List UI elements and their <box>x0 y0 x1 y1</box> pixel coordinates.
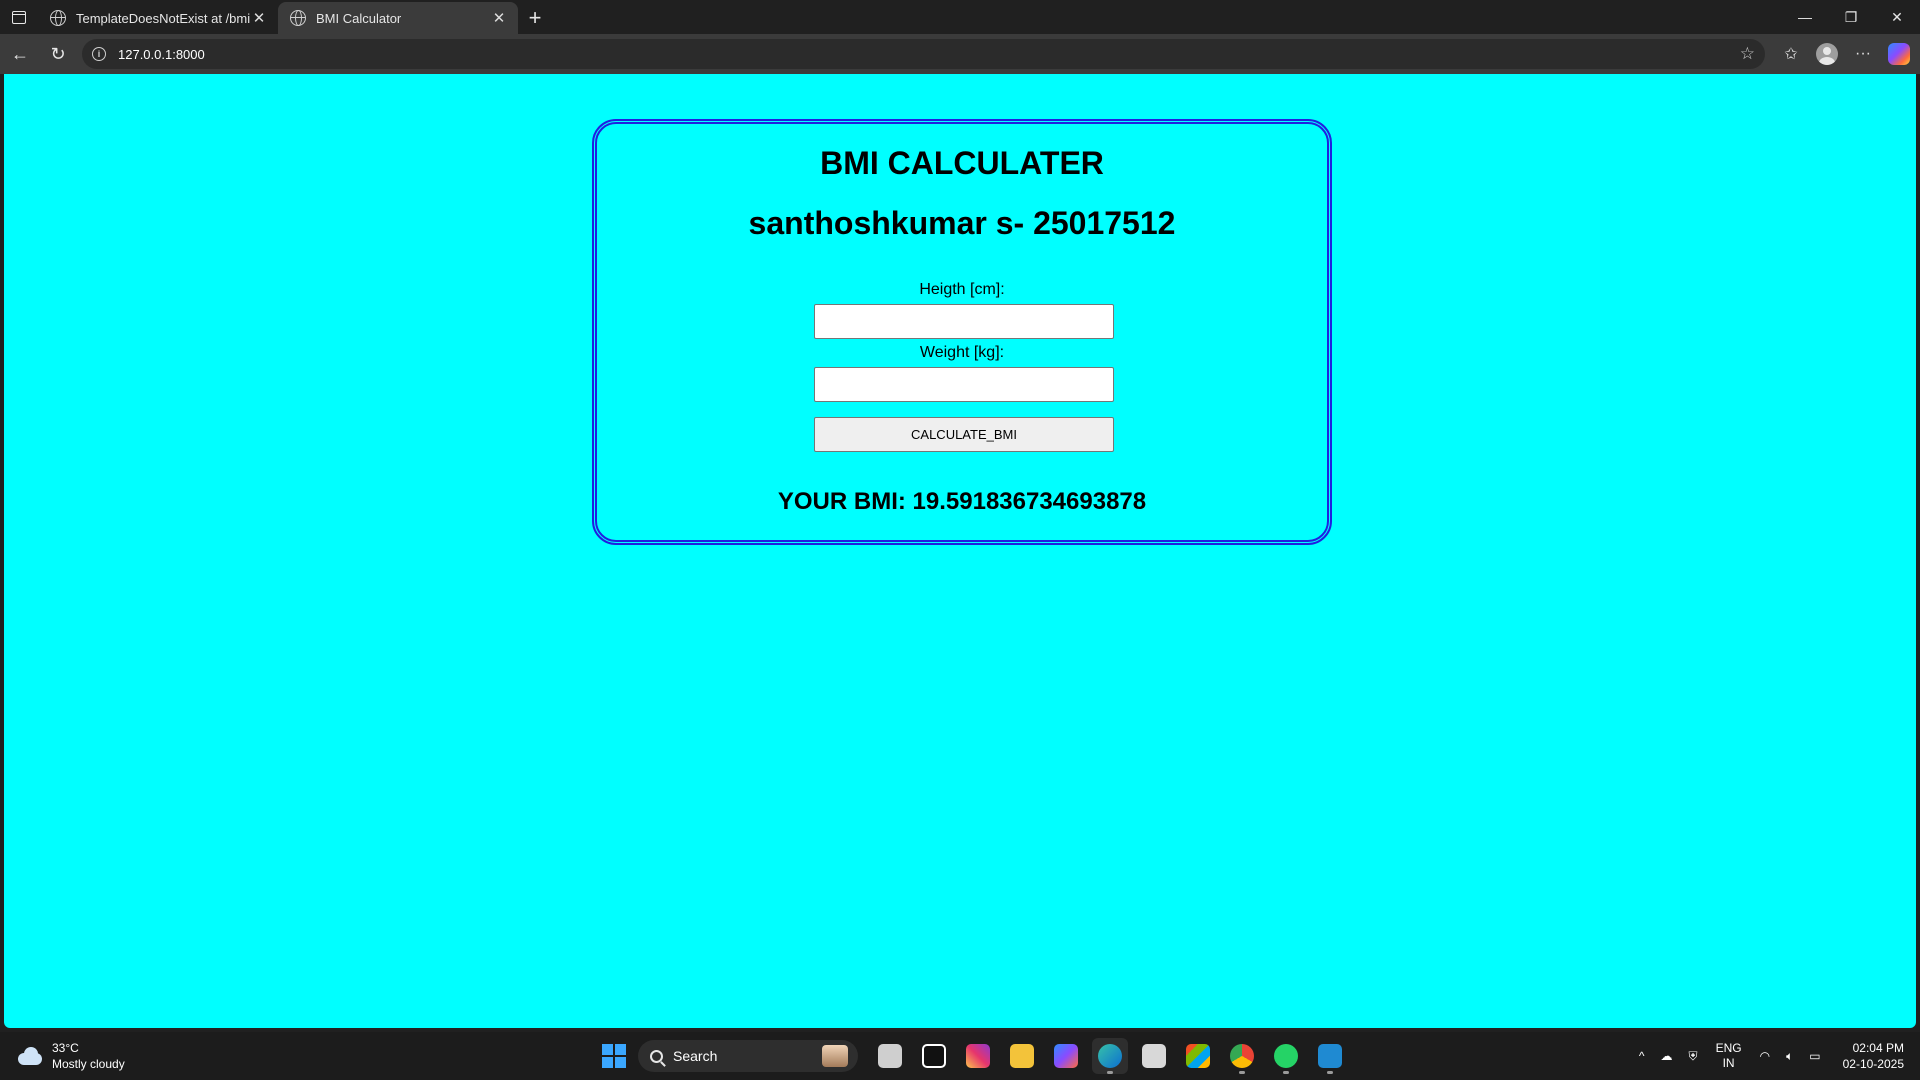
volume-icon[interactable]: 🔈︎ <box>1786 1049 1793 1064</box>
task-view-icon[interactable] <box>872 1038 908 1074</box>
bmi-form-card: BMI CALCULATER santhoshkumar s- 25017512… <box>592 119 1332 545</box>
tab-actions-button[interactable] <box>0 0 38 34</box>
page-subtitle: santhoshkumar s- 25017512 <box>748 205 1176 241</box>
weight-input[interactable] <box>814 367 1114 402</box>
onedrive-icon[interactable]: ☁ <box>1661 1049 1673 1063</box>
tab-title: BMI Calculator <box>316 10 402 26</box>
globe-icon <box>290 10 306 26</box>
security-shield-icon[interactable]: ⛨ <box>1689 1049 1698 1064</box>
favorites-icon[interactable]: ✩ <box>1773 38 1809 70</box>
cloud-icon <box>16 1047 44 1065</box>
copilot-icon <box>1888 43 1910 65</box>
tab-template-error[interactable]: TemplateDoesNotExist at /bmi/ ✕ <box>38 2 278 34</box>
weather-temp: 33°C <box>52 1041 79 1055</box>
lang-region: IN <box>1722 1056 1735 1070</box>
weather-desc: Mostly cloudy <box>52 1057 125 1071</box>
chevron-up-icon[interactable]: ^ <box>1639 1049 1645 1063</box>
favorite-star-icon[interactable]: ☆ <box>1740 44 1755 64</box>
lang-code: ENG <box>1715 1041 1742 1055</box>
language-indicator[interactable]: ENG IN <box>1716 1041 1742 1071</box>
address-bar[interactable]: i 127.0.0.1:8000 ☆ <box>82 39 1765 69</box>
back-icon[interactable]: ← <box>2 38 38 70</box>
url-text[interactable]: 127.0.0.1:8000 <box>118 47 1740 62</box>
weight-label: Weight [kg]: <box>919 344 1005 361</box>
search-label: Search <box>673 1048 718 1064</box>
page-title: BMI CALCULATER <box>820 145 1104 181</box>
avatar <box>1816 43 1838 65</box>
tab-bmi-calculator[interactable]: BMI Calculator ✕ <box>278 2 518 34</box>
minimize-icon[interactable]: — <box>1782 0 1828 34</box>
copilot-app-icon[interactable] <box>1048 1038 1084 1074</box>
tab-actions-icon <box>12 10 26 24</box>
chrome-icon[interactable] <box>1224 1038 1260 1074</box>
height-label: Heigth [cm]: <box>919 281 1005 298</box>
taskbar: 33°C Mostly cloudy Search ^ ☁ ⛨ ENG IN ◠… <box>0 1032 1920 1080</box>
calculate-bmi-button[interactable]: CALCULATE_BMI <box>814 417 1114 452</box>
search-highlight-image <box>822 1045 848 1067</box>
wifi-icon[interactable]: ◠ <box>1760 1049 1770 1063</box>
new-tab-button[interactable]: + <box>518 2 552 34</box>
browser-toolbar: ← ↻ i 127.0.0.1:8000 ☆ ✩ ··· <box>0 34 1920 74</box>
search-icon <box>650 1049 663 1063</box>
site-info-icon[interactable]: i <box>92 47 106 61</box>
taskbar-search[interactable]: Search <box>638 1040 858 1072</box>
restore-icon[interactable]: ❐ <box>1828 0 1874 34</box>
bmi-result: YOUR BMI: 19.591836734693878 <box>777 488 1147 515</box>
file-explorer-icon[interactable] <box>1004 1038 1040 1074</box>
start-button[interactable] <box>602 1044 626 1068</box>
vscode-icon[interactable] <box>1312 1038 1348 1074</box>
clock-time: 02:04 PM <box>1852 1041 1904 1055</box>
audio-app-icon[interactable] <box>916 1038 952 1074</box>
tab-title: TemplateDoesNotExist at /bmi/ <box>76 10 250 26</box>
store-icon[interactable] <box>1180 1038 1216 1074</box>
battery-icon[interactable]: ▭ <box>1809 1049 1820 1063</box>
document-app-icon[interactable] <box>1136 1038 1172 1074</box>
weather-widget[interactable]: 33°C Mostly cloudy <box>0 1040 300 1072</box>
close-tab-icon[interactable]: ✕ <box>490 9 508 27</box>
reload-icon[interactable]: ↻ <box>40 38 76 70</box>
window-controls: — ❐ ✕ <box>1782 0 1920 34</box>
close-tab-icon[interactable]: ✕ <box>250 9 268 27</box>
close-window-icon[interactable]: ✕ <box>1874 0 1920 34</box>
clock[interactable]: 02:04 PM 02-10-2025 <box>1843 1040 1904 1072</box>
more-menu-icon[interactable]: ··· <box>1845 38 1881 70</box>
system-tray: ^ ☁ ⛨ ENG IN ◠ 🔈︎ ▭ 02:04 PM 02-10-2025 <box>1631 1040 1920 1072</box>
instagram-icon[interactable] <box>960 1038 996 1074</box>
clock-date: 02-10-2025 <box>1842 1057 1904 1071</box>
edge-icon[interactable] <box>1092 1038 1128 1074</box>
page-viewport: BMI CALCULATER santhoshkumar s- 25017512… <box>4 74 1916 1028</box>
height-input[interactable] <box>814 304 1114 339</box>
profile-button[interactable] <box>1809 38 1845 70</box>
copilot-button[interactable] <box>1881 38 1917 70</box>
globe-icon <box>50 10 66 26</box>
whatsapp-icon[interactable] <box>1268 1038 1304 1074</box>
browser-tab-strip: TemplateDoesNotExist at /bmi/ ✕ BMI Calc… <box>0 0 1920 34</box>
